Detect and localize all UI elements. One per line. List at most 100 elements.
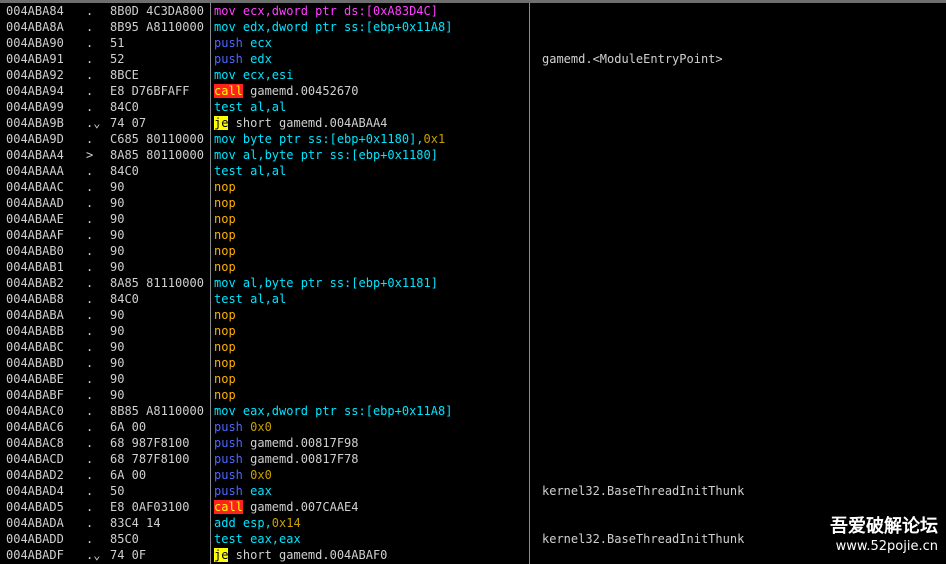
disasm-row[interactable]: 004ABABC. 90 nop xyxy=(0,339,946,355)
disasm-row[interactable]: 004ABAAF. 90 nop xyxy=(0,227,946,243)
branch-marker: . xyxy=(86,84,94,98)
address-cell: 004ABAD4 xyxy=(6,484,64,498)
instruction-token-nop: nop xyxy=(214,308,236,322)
instruction-cell: nop xyxy=(214,195,527,211)
disassembly-view[interactable]: 004ABA84. 8B0D 4C3DA800 mov ecx,dword ptr … xyxy=(0,3,946,564)
instruction-token-call: call xyxy=(214,84,243,98)
disasm-row[interactable]: 004ABABA. 90 nop xyxy=(0,307,946,323)
branch-marker: > xyxy=(86,148,94,162)
opcode-bytes: 52 xyxy=(110,52,125,66)
instruction-token-push: push xyxy=(214,36,251,50)
disasm-row[interactable]: 004ABAB8. 84C0 test al,al xyxy=(0,291,946,307)
disasm-row[interactable]: 004ABA8A. 8B95 A8110000 mov edx,dword ptr … xyxy=(0,19,946,35)
disasm-row[interactable]: 004ABA91. 52 push edx gamemd.<ModuleEntryPo… xyxy=(0,51,946,67)
disasm-row[interactable]: 004ABABD. 90 nop xyxy=(0,355,946,371)
instruction-token-imm: 0x0 xyxy=(250,468,272,482)
branch-marker: . xyxy=(86,372,94,386)
watermark: 吾爱破解论坛 www.52pojie.cn xyxy=(830,516,938,556)
disasm-row[interactable]: 004ABA92. 8BCE mov ecx,esi xyxy=(0,67,946,83)
disasm-row[interactable]: 004ABA84. 8B0D 4C3DA800 mov ecx,dword ptr … xyxy=(0,3,946,19)
instruction-token-push: push xyxy=(214,484,251,498)
address-cell: 004ABA9D xyxy=(6,132,64,146)
opcode-bytes: 8B95 A8110000 xyxy=(110,20,204,34)
disasm-row[interactable]: 004ABA90. 51 push ecx xyxy=(0,35,946,51)
branch-marker: . xyxy=(86,4,94,18)
disasm-row[interactable]: 004ABAB2. 8A85 81110000 mov al,byte ptr ss… xyxy=(0,275,946,291)
instruction-cell: test al,al xyxy=(214,99,527,115)
branch-marker: . xyxy=(86,276,94,290)
disasm-row[interactable]: 004ABACD. 68 787F8100 push gamemd.00817F78 xyxy=(0,451,946,467)
instruction-token-imm: 0x1 xyxy=(423,132,446,146)
instruction-token-nop: nop xyxy=(214,244,236,258)
disasm-row[interactable]: 004ABADF .⌄ 74 0F je short gamemd.004ABAF0 xyxy=(0,547,946,563)
instruction-token-push: push xyxy=(214,436,251,450)
instruction-token-nop: nop xyxy=(214,196,236,210)
instruction-token-reg: test al,al xyxy=(214,164,287,178)
disasm-row[interactable]: 004ABA94. E8 D76BFAFF call gamemd.00452670 xyxy=(0,83,946,99)
disasm-row[interactable]: 004ABAAD. 90 nop xyxy=(0,195,946,211)
instruction-token-reg: mov xyxy=(214,68,243,82)
disasm-row[interactable]: 004ABABF. 90 nop xyxy=(0,387,946,403)
disasm-row[interactable]: 004ABAB0. 90 nop xyxy=(0,243,946,259)
disasm-row[interactable]: 004ABABB. 90 nop xyxy=(0,323,946,339)
address-cell: 004ABAAF xyxy=(6,228,64,242)
disasm-row[interactable]: 004ABAAC. 90 nop xyxy=(0,179,946,195)
instruction-token-nop: nop xyxy=(214,388,236,402)
disasm-row[interactable]: 004ABADD. 85C0 test eax,eax kernel32.BaseTh… xyxy=(0,531,946,547)
disasm-row[interactable]: 004ABAD5. E8 0AF03100 call gamemd.007CAAE4 xyxy=(0,499,946,515)
watermark-url: www.52pojie.cn xyxy=(835,539,938,554)
instruction-cell: nop xyxy=(214,243,527,259)
instruction-token-push: push xyxy=(214,468,251,482)
address-cell: 004ABA90 xyxy=(6,36,64,50)
disasm-row[interactable]: 004ABAC0. 8B85 A8110000 mov eax,dword ptr … xyxy=(0,403,946,419)
disasm-row[interactable]: 004ABABE. 90 nop xyxy=(0,371,946,387)
instruction-token-plain: gamemd.00452670 xyxy=(242,84,359,98)
instruction-token-plain: gamemd.00817F78 xyxy=(250,452,359,466)
disasm-row[interactable]: 004ABAC8. 68 987F8100 push gamemd.00817F98 xyxy=(0,435,946,451)
branch-marker: . xyxy=(86,212,94,226)
instruction-cell: mov al,byte ptr ss:[ebp+0x1180] xyxy=(214,147,527,163)
instruction-token-nop: nop xyxy=(214,212,236,226)
opcode-bytes: 85C0 xyxy=(110,532,139,546)
opcode-bytes: 68 987F8100 xyxy=(110,436,190,450)
disasm-row[interactable]: 004ABAAA. 84C0 test al,al xyxy=(0,163,946,179)
address-cell: 004ABAAA xyxy=(6,164,64,178)
disasm-row[interactable]: 004ABA9D. C685 80110000 mov byte ptr ss:[e… xyxy=(0,131,946,147)
instruction-cell: mov ecx,esi xyxy=(214,67,527,83)
branch-marker: . xyxy=(86,164,94,178)
instruction-token-push: push xyxy=(214,420,251,434)
disasm-row[interactable]: 004ABAAE. 90 nop xyxy=(0,211,946,227)
instruction-token-nop: nop xyxy=(214,356,236,370)
branch-marker: . xyxy=(86,52,94,66)
instruction-token-push: push xyxy=(214,452,251,466)
disasm-row[interactable]: 004ABAC6. 6A 00 push 0x0 xyxy=(0,419,946,435)
opcode-bytes: 84C0 xyxy=(110,164,139,178)
branch-marker: . xyxy=(86,500,94,514)
instruction-cell: test al,al xyxy=(214,163,527,179)
address-cell: 004ABADF xyxy=(6,548,64,562)
disasm-row[interactable]: 004ABAD2. 6A 00 push 0x0 xyxy=(0,467,946,483)
opcode-bytes: 90 xyxy=(110,356,125,370)
disasm-row[interactable]: 004ABAA4 >8A85 80110000 mov al,byte ptr ss… xyxy=(0,147,946,163)
address-cell: 004ABACD xyxy=(6,452,64,466)
instruction-cell: test eax,eax xyxy=(214,531,527,547)
instruction-cell: nop xyxy=(214,307,527,323)
instruction-cell: push eax xyxy=(214,483,527,499)
instruction-cell: mov eax,dword ptr ss:[ebp+0x11A8] xyxy=(214,403,527,419)
disasm-row[interactable]: 004ABADA. 83C4 14 add esp,0x14 xyxy=(0,515,946,531)
address-cell: 004ABAAC xyxy=(6,180,64,194)
address-cell: 004ABADD xyxy=(6,532,64,546)
address-cell: 004ABAD2 xyxy=(6,468,64,482)
disasm-row[interactable]: 004ABA9B .⌄ 74 07 je short gamemd.004ABAA4 xyxy=(0,115,946,131)
branch-marker: . xyxy=(86,196,94,210)
branch-marker: .⌄ xyxy=(86,548,101,562)
opcode-bytes: E8 0AF03100 xyxy=(110,500,190,514)
disasm-row[interactable]: 004ABA99. 84C0 test al,al xyxy=(0,99,946,115)
disasm-row[interactable]: 004ABAD4. 50 push eax kernel32.BaseThreadIn… xyxy=(0,483,946,499)
address-cell: 004ABADA xyxy=(6,516,64,530)
disasm-row[interactable]: 004ABAB1. 90 nop xyxy=(0,259,946,275)
instruction-token-nop: nop xyxy=(214,180,236,194)
address-cell: 004ABABB xyxy=(6,324,64,338)
branch-marker: . xyxy=(86,308,94,322)
opcode-bytes: 90 xyxy=(110,372,125,386)
